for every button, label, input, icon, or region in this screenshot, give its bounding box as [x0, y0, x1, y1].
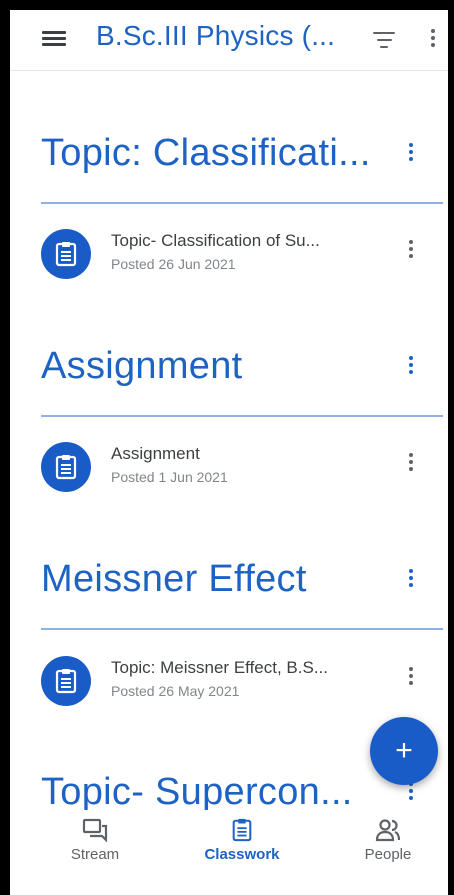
- classwork-icon: [232, 818, 252, 842]
- item-more-icon[interactable]: [408, 453, 414, 474]
- nav-label: People: [364, 846, 412, 863]
- add-button[interactable]: +: [370, 717, 438, 785]
- topic-divider: [41, 415, 443, 417]
- topic-divider: [41, 628, 443, 630]
- nav-label: Classwork: [204, 846, 280, 863]
- hamburger-menu-icon[interactable]: [42, 28, 66, 48]
- assignment-icon: [41, 656, 91, 706]
- list-item[interactable]: Topic- Classification of Su... Posted 26…: [41, 229, 441, 289]
- item-more-icon[interactable]: [408, 240, 414, 261]
- item-date: Posted 1 Jun 2021: [111, 469, 228, 485]
- topic-more-icon[interactable]: [408, 143, 414, 164]
- nav-label: Stream: [70, 846, 120, 863]
- class-title: B.Sc.III Physics (...: [96, 20, 336, 51]
- people-icon: [375, 819, 401, 842]
- item-title: Assignment: [111, 444, 200, 463]
- classroom-screen: B.Sc.III Physics (... Topic: Classificat…: [10, 10, 448, 895]
- item-title: Topic: Meissner Effect, B.S...: [111, 658, 328, 677]
- topic-heading: Topic: Classificati...: [41, 132, 371, 174]
- more-vert-icon[interactable]: [430, 29, 436, 50]
- assignment-icon: [41, 229, 91, 279]
- top-app-bar: B.Sc.III Physics (...: [10, 10, 448, 71]
- nav-people[interactable]: People: [333, 818, 443, 863]
- nav-classwork[interactable]: Classwork: [187, 818, 297, 863]
- filter-icon[interactable]: [372, 32, 396, 50]
- item-date: Posted 26 May 2021: [111, 683, 240, 699]
- topic-more-icon[interactable]: [408, 356, 414, 377]
- topic-heading: Topic- Supercon...: [41, 771, 353, 813]
- item-date: Posted 26 Jun 2021: [111, 256, 236, 272]
- topic-heading: Meissner Effect: [41, 558, 307, 600]
- topic-divider: [41, 202, 443, 204]
- topic-more-icon[interactable]: [408, 782, 414, 803]
- topic-more-icon[interactable]: [408, 569, 414, 590]
- topic-heading: Assignment: [41, 345, 243, 387]
- assignment-icon: [41, 442, 91, 492]
- bottom-navigation: Stream Classwork People: [10, 810, 448, 882]
- item-more-icon[interactable]: [408, 667, 414, 688]
- list-item[interactable]: Assignment Posted 1 Jun 2021: [41, 442, 441, 502]
- nav-stream[interactable]: Stream: [40, 818, 150, 863]
- list-item[interactable]: Topic: Meissner Effect, B.S... Posted 26…: [41, 656, 441, 716]
- stream-icon: [82, 818, 108, 842]
- item-title: Topic- Classification of Su...: [111, 231, 320, 250]
